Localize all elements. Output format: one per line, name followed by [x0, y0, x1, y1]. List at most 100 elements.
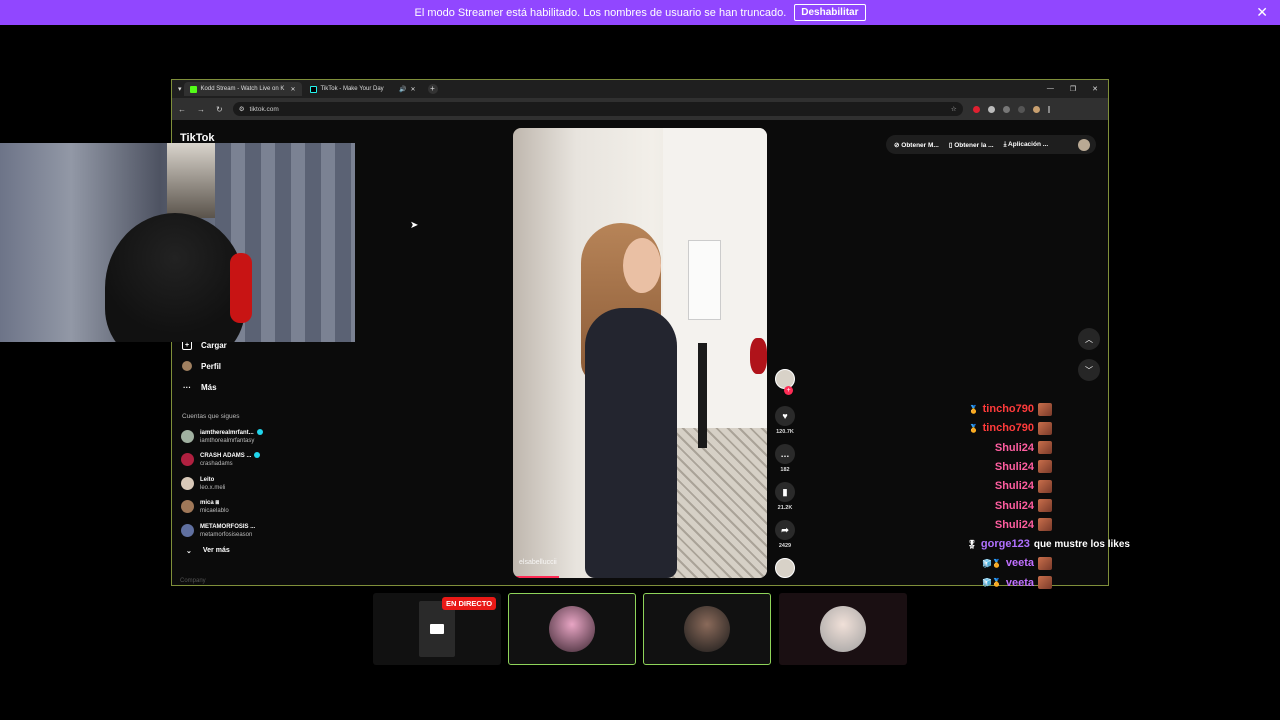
chevron-down-icon: ﹀ — [1085, 365, 1093, 375]
chat-badge-icon: 🎖 — [966, 539, 977, 549]
close-tab-icon[interactable]: ✕ — [290, 86, 295, 93]
followed-account[interactable]: mica ⧈ micaelablo — [181, 499, 291, 515]
chat-username[interactable]: Shuli24 — [995, 461, 1034, 473]
share-button[interactable]: ➦ 2429 — [773, 520, 797, 549]
disable-streamer-mode-button[interactable]: Deshabilitar — [794, 4, 866, 21]
stream-thumbnail[interactable] — [643, 593, 771, 665]
chat-username[interactable]: gorge123 — [981, 538, 1030, 550]
chat-username[interactable]: Shuli24 — [995, 480, 1034, 492]
stream-thumbnail[interactable] — [508, 593, 636, 665]
url-text: tiktok.com — [249, 105, 279, 113]
audio-icon[interactable]: 🔊 — [399, 86, 406, 93]
chat-emote-icon — [1038, 576, 1052, 590]
see-more-link[interactable]: ⌄ Ver más — [186, 547, 230, 555]
share-icon: ➦ — [775, 520, 795, 540]
previous-video-button[interactable]: ︿ — [1078, 328, 1100, 350]
account-handle: metamorfosiseason — [200, 532, 253, 538]
avatar — [181, 430, 194, 443]
video-author-caption[interactable]: elsabelluccii — [519, 559, 557, 566]
close-tab-icon[interactable]: ✕ — [410, 86, 415, 93]
reload-icon[interactable]: ↻ — [216, 105, 223, 114]
minimize-icon[interactable]: — — [1047, 85, 1054, 93]
forward-icon[interactable]: → — [197, 105, 205, 114]
avatar — [549, 606, 595, 652]
chat-username[interactable]: veeta — [1006, 577, 1034, 589]
avatar — [181, 524, 194, 537]
browser-address-bar: ← → ↻ ⚙ tiktok.com ☆ — [172, 98, 1108, 120]
bookmark-icon: ▮ — [775, 482, 795, 502]
sidebar-item-profile[interactable]: Perfil — [182, 361, 221, 371]
extension-icon[interactable] — [987, 105, 995, 113]
chat-badge-icon: 🧊🏅 — [981, 558, 1002, 568]
account-name: iamtherealmrfant... — [200, 430, 254, 436]
chat-badge-icon: 🏅 — [968, 423, 979, 433]
chat-message: 🏅 tincho790 — [969, 419, 1052, 437]
media-icon[interactable] — [1017, 105, 1025, 113]
chat-username[interactable]: Shuli24 — [995, 442, 1034, 454]
bookmark-star-icon[interactable]: ☆ — [951, 105, 957, 113]
kick-favicon-icon — [189, 85, 197, 93]
followed-account[interactable]: iamtherealmrfant... iamthorealmrfantasy — [181, 429, 291, 445]
avatar — [181, 477, 194, 490]
sidebar-item-more[interactable]: ··· Más — [182, 382, 217, 392]
verified-icon — [254, 452, 261, 459]
profile-avatar — [182, 361, 192, 371]
chat-emote-icon — [1038, 441, 1052, 455]
profile-avatar[interactable] — [1032, 105, 1040, 113]
live-badge: EN DIRECTO — [442, 597, 497, 610]
bookmark-button[interactable]: ▮ 21.2K — [773, 482, 797, 511]
get-app-button[interactable]: ▯ Obtener la ... — [949, 141, 994, 149]
close-window-icon[interactable]: ✕ — [1092, 85, 1098, 93]
tab-tiktok[interactable]: TikTok - Make Your Day 🔊 ✕ — [304, 82, 422, 96]
chat-username[interactable]: Shuli24 — [995, 500, 1034, 512]
sound-disc-button[interactable] — [773, 558, 797, 581]
video-progress-bar[interactable] — [513, 576, 559, 578]
chat-emote-icon — [1038, 421, 1052, 435]
url-input[interactable]: ⚙ tiktok.com ☆ — [232, 102, 963, 116]
close-icon[interactable]: ✕ — [1256, 4, 1268, 21]
site-info-icon[interactable]: ⚙ — [239, 105, 245, 113]
verified-icon — [256, 429, 263, 436]
tab-title: Kodd Stream - Watch Live on K — [200, 86, 285, 92]
get-coins-button[interactable]: ⊘ Obtener M... — [894, 141, 939, 149]
extension-icon[interactable] — [972, 105, 980, 113]
tab-kick[interactable]: Kodd Stream - Watch Live on K ✕ — [183, 82, 302, 96]
desktop-app-button[interactable]: ⤓ Aplicación ... — [1004, 141, 1049, 149]
chat-username[interactable]: veeta — [1006, 557, 1034, 569]
video-player[interactable]: elsabelluccii — [513, 128, 767, 578]
followed-account[interactable]: METAMORFOSIS ... metamorfosiseason — [181, 523, 291, 539]
chevron-down-icon: ⌄ — [186, 548, 192, 555]
comment-button[interactable]: … 182 — [773, 444, 797, 473]
chat-message: Shuli24 — [995, 497, 1052, 515]
profile-avatar[interactable] — [1078, 138, 1090, 151]
chat-username[interactable]: tincho790 — [983, 422, 1034, 434]
share-count: 2429 — [778, 543, 792, 549]
restore-icon[interactable]: ❐ — [1070, 85, 1076, 93]
streamer-webcam — [0, 143, 355, 342]
stream-thumbnail[interactable] — [779, 593, 907, 665]
more-icon: ··· — [183, 382, 191, 392]
followed-account[interactable]: Leito leo.x.meli — [181, 476, 291, 492]
chat-username[interactable]: tincho790 — [983, 403, 1034, 415]
tiktok-top-actions: ⊘ Obtener M... ▯ Obtener la ... ⤓ Aplica… — [886, 135, 1096, 154]
chat-message: 🎖 gorge123 que mustre los likes — [967, 535, 1130, 553]
chat-badge-icon: 🧊🏅 — [981, 578, 1002, 588]
extensions-puzzle-icon[interactable] — [1002, 105, 1010, 113]
like-button[interactable]: ♥ 120.7K — [773, 406, 797, 435]
back-icon[interactable]: ← — [178, 105, 186, 114]
account-name: mica ⧈ — [200, 500, 220, 506]
account-handle: micaelablo — [200, 508, 229, 514]
followed-account[interactable]: CRASH ADAMS ... crashadams — [181, 452, 291, 468]
sound-disc-icon — [775, 558, 795, 578]
sidebar-item-label: Perfil — [201, 361, 222, 371]
next-video-button[interactable]: ﹀ — [1078, 359, 1100, 381]
company-link[interactable]: Company — [180, 578, 206, 584]
tab-search-icon[interactable]: ▾ — [172, 85, 182, 93]
follow-plus-icon[interactable]: + — [784, 386, 793, 395]
streamer-mode-banner: El modo Streamer está habilitado. Los no… — [0, 0, 1280, 25]
extensions — [972, 105, 1050, 113]
new-tab-button[interactable]: + — [427, 84, 438, 94]
chat-emote-icon — [1038, 499, 1052, 512]
chat-username[interactable]: Shuli24 — [995, 519, 1034, 531]
menu-kebab-icon[interactable] — [1047, 105, 1050, 113]
